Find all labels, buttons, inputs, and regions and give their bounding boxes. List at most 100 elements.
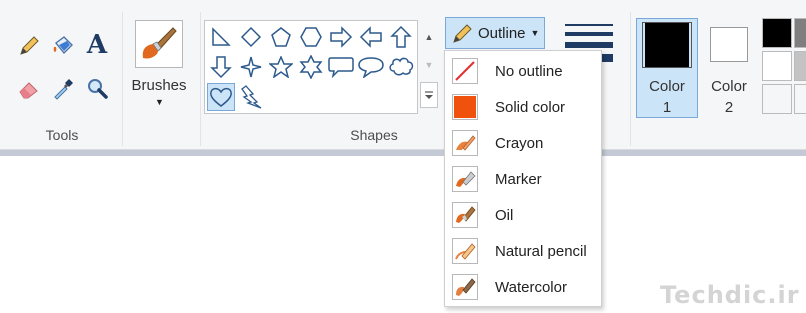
palette-swatch[interactable] xyxy=(794,84,806,114)
heart-icon xyxy=(210,87,232,107)
shape-lightning[interactable] xyxy=(237,83,265,111)
no-outline-icon xyxy=(452,58,478,84)
color-picker-tool[interactable] xyxy=(50,76,76,102)
shape-left-arrow[interactable] xyxy=(357,23,385,51)
oil-icon xyxy=(452,202,478,228)
rounded-callout-icon xyxy=(328,57,354,78)
palette-swatch[interactable] xyxy=(762,84,792,114)
shape-right-triangle[interactable] xyxy=(207,23,235,51)
shape-five-point-star[interactable] xyxy=(267,53,295,81)
palette-swatch[interactable] xyxy=(762,51,792,81)
menu-item-solid-color[interactable]: Solid color xyxy=(445,89,601,125)
outline-button[interactable]: Outline ▼ xyxy=(445,17,545,49)
shape-up-arrow[interactable] xyxy=(387,23,415,51)
outline-dropdown-menu: No outline Solid color Crayon Marker Oil… xyxy=(444,50,602,307)
solid-color-icon xyxy=(452,94,478,120)
pencil-tool[interactable] xyxy=(16,33,42,59)
five-point-star-icon xyxy=(269,56,293,78)
color1-swatch xyxy=(642,22,692,68)
size-line xyxy=(565,24,613,26)
shape-rounded-callout[interactable] xyxy=(327,53,355,81)
down-arrow-icon xyxy=(210,56,232,79)
shape-diamond[interactable] xyxy=(237,23,265,51)
menu-item-oil[interactable]: Oil xyxy=(445,197,601,233)
right-arrow-icon xyxy=(330,26,353,48)
ribbon: A Tools Brushes ▼ ▲ ▼ Outline ▼ Shapes C… xyxy=(0,0,806,150)
shape-down-arrow[interactable] xyxy=(207,53,235,81)
menu-item-crayon[interactable]: Crayon xyxy=(445,125,601,161)
magnifier-icon xyxy=(88,79,108,99)
outline-label: Outline xyxy=(478,24,526,42)
menu-item-label: No outline xyxy=(495,62,563,80)
gallery-scroll-down-icon[interactable]: ▼ xyxy=(420,52,438,78)
tools-group-label: Tools xyxy=(45,127,79,143)
color2-label-line1: Color xyxy=(711,78,747,95)
gallery-scroll-up-icon[interactable]: ▲ xyxy=(420,24,438,50)
shape-six-point-star[interactable] xyxy=(297,53,325,81)
shapes-gallery-scrollbar: ▲ ▼ xyxy=(420,20,438,114)
text-tool[interactable]: A xyxy=(84,30,110,60)
pencil-icon xyxy=(20,36,39,55)
shape-pentagon[interactable] xyxy=(267,23,295,51)
four-point-star-icon xyxy=(240,56,262,78)
brushes-button[interactable] xyxy=(135,20,183,68)
ribbon-bottom-edge xyxy=(0,150,806,156)
shape-four-point-star[interactable] xyxy=(237,53,265,81)
shape-heart[interactable] xyxy=(207,83,235,111)
diamond-icon xyxy=(240,26,262,48)
size-line xyxy=(565,42,613,48)
brush-icon xyxy=(142,27,177,59)
menu-item-label: Natural pencil xyxy=(495,242,587,260)
shape-oval-callout[interactable] xyxy=(357,53,385,81)
menu-item-label: Crayon xyxy=(495,134,544,152)
eraser-tool[interactable] xyxy=(16,76,42,102)
gallery-expand-icon[interactable] xyxy=(420,82,438,108)
palette-swatch[interactable] xyxy=(794,18,806,48)
palette-swatch[interactable] xyxy=(794,51,806,81)
menu-item-label: Marker xyxy=(495,170,542,188)
menu-item-watercolor[interactable]: Watercolor xyxy=(445,269,601,305)
color-picker-icon xyxy=(54,79,73,100)
shape-right-arrow[interactable] xyxy=(327,23,355,51)
cloud-callout-icon xyxy=(389,57,414,76)
group-divider xyxy=(630,12,631,146)
oval-callout-icon xyxy=(358,57,384,78)
menu-item-label: Oil xyxy=(495,206,514,224)
color1-label-line2: 1 xyxy=(662,99,672,116)
palette-swatch[interactable] xyxy=(762,18,792,48)
fill-tool[interactable] xyxy=(50,33,76,59)
color1-label: Color 1 xyxy=(649,76,685,118)
menu-item-marker[interactable]: Marker xyxy=(445,161,601,197)
eraser-icon xyxy=(19,82,38,99)
pentagon-icon xyxy=(271,27,291,47)
group-divider xyxy=(200,12,201,146)
shape-cloud-callout[interactable] xyxy=(387,53,415,81)
menu-item-no-outline[interactable]: No outline xyxy=(445,53,601,89)
left-arrow-icon xyxy=(359,26,382,48)
color2-label-line2: 2 xyxy=(724,99,734,116)
menu-item-label: Solid color xyxy=(495,98,566,116)
six-point-star-icon xyxy=(299,55,323,79)
shapes-gallery xyxy=(204,20,418,114)
outline-pencil-icon xyxy=(453,24,472,43)
up-arrow-icon xyxy=(390,25,412,48)
brushes-dropdown-caret-icon[interactable]: ▼ xyxy=(155,97,164,107)
color2-button[interactable]: Color 2 xyxy=(700,18,758,118)
lightning-icon xyxy=(241,85,262,109)
crayon-icon xyxy=(452,130,478,156)
text-icon: A xyxy=(86,30,108,60)
shapes-group-label: Shapes xyxy=(350,127,398,143)
marker-icon xyxy=(452,166,478,192)
menu-item-natural-pencil[interactable]: Natural pencil xyxy=(445,233,601,269)
natural-pencil-icon xyxy=(452,238,478,264)
shape-hexagon[interactable] xyxy=(297,23,325,51)
color1-button[interactable]: Color 1 xyxy=(636,18,698,118)
magnifier-tool[interactable] xyxy=(84,76,110,102)
group-divider xyxy=(122,12,123,146)
color1-fill xyxy=(645,23,689,67)
menu-item-label: Watercolor xyxy=(495,278,567,296)
color1-label-line1: Color xyxy=(649,78,685,95)
watercolor-icon xyxy=(452,274,478,300)
color2-label: Color 2 xyxy=(711,76,747,118)
brushes-label: Brushes xyxy=(131,77,187,94)
